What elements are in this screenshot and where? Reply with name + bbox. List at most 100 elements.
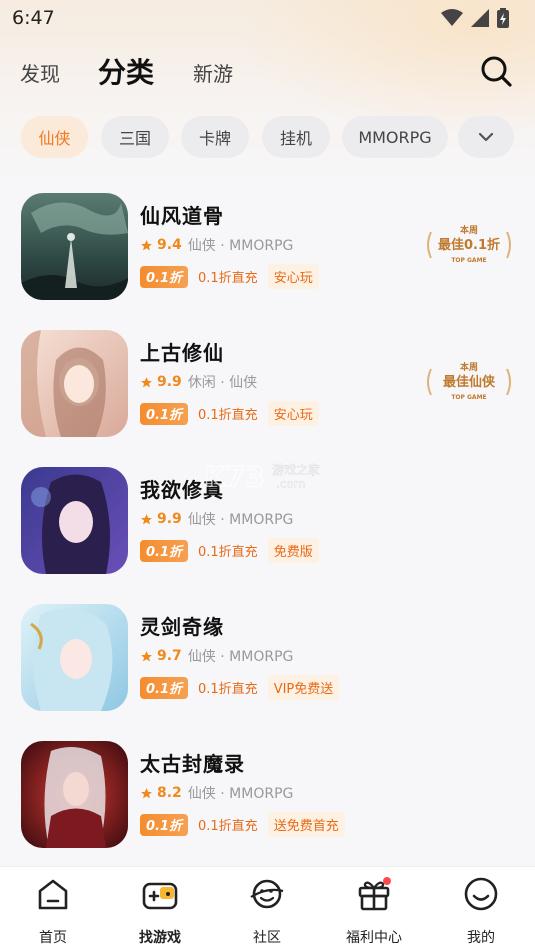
star-icon bbox=[141, 376, 152, 387]
chip-sanguo[interactable]: 三国 bbox=[101, 116, 169, 158]
game-meta: 9.4 仙侠 · MMORPG bbox=[140, 235, 293, 255]
game-tag: 安心玩 bbox=[267, 401, 319, 426]
bottom-nav-label: 福利中心 bbox=[346, 930, 402, 946]
signal-icon bbox=[471, 9, 489, 27]
tab-discover[interactable]: 发现 bbox=[20, 58, 60, 87]
bottom-nav-welfare[interactable]: 福利中心 bbox=[329, 875, 419, 947]
home-icon bbox=[38, 879, 68, 910]
svg-text:.com: .com bbox=[276, 477, 305, 491]
svg-text:K73: K73 bbox=[204, 460, 265, 492]
game-score: 9.4 bbox=[157, 237, 182, 253]
game-tags: 0.1折 0.1折直充 免费版 bbox=[140, 538, 319, 563]
bottom-nav-label: 找游戏 bbox=[139, 930, 181, 946]
top-nav: 发现 分类 新游 bbox=[0, 48, 535, 96]
game-tag: 免费版 bbox=[267, 538, 319, 563]
game-title: 灵剑奇缘 bbox=[140, 615, 224, 639]
discount-text: 0.1折直充 bbox=[198, 682, 258, 697]
status-icons bbox=[441, 8, 509, 28]
game-genre: 休闲 · 仙侠 bbox=[187, 375, 258, 391]
star-icon bbox=[141, 787, 152, 798]
svg-text:本周: 本周 bbox=[460, 224, 478, 236]
game-meta: 9.9 休闲 · 仙侠 bbox=[140, 372, 257, 392]
discount-badge: 0.1折 bbox=[140, 402, 188, 425]
game-score: 9.9 bbox=[157, 511, 182, 527]
game-tags: 0.1折 0.1折直充 送免费首充 bbox=[140, 812, 345, 837]
game-score: 9.9 bbox=[157, 374, 182, 390]
tab-category[interactable]: 分类 bbox=[98, 51, 154, 91]
chips-expand-button[interactable] bbox=[458, 116, 514, 158]
game-list-item[interactable]: 太古封魔录 8.2 仙侠 · MMORPG 0.1折 0.1折直充 送免费首充 bbox=[0, 738, 535, 850]
discount-text: 0.1折直充 bbox=[198, 545, 258, 560]
game-score: 9.7 bbox=[157, 648, 182, 664]
game-list-item[interactable]: 上古修仙 9.9 休闲 · 仙侠 0.1折 0.1折直充 安心玩 本周 最佳仙侠… bbox=[0, 327, 535, 439]
bottom-nav-mine[interactable]: 我的 bbox=[436, 875, 526, 947]
game-tag: 安心玩 bbox=[267, 264, 319, 289]
game-icon bbox=[21, 467, 128, 574]
discount-badge: 0.1折 bbox=[140, 676, 188, 699]
game-tag: 送免费首充 bbox=[267, 812, 345, 837]
game-genre: 仙侠 · MMORPG bbox=[187, 238, 294, 254]
smile-face-icon bbox=[464, 877, 498, 911]
svg-text:最佳仙侠: 最佳仙侠 bbox=[443, 374, 496, 390]
svg-text:TOP GAME: TOP GAME bbox=[451, 394, 486, 401]
bottom-nav-find-games[interactable]: 找游戏 bbox=[115, 875, 205, 947]
discount-text: 0.1折直充 bbox=[198, 408, 258, 423]
game-tags: 0.1折 0.1折直充 VIP免费送 bbox=[140, 675, 340, 700]
gift-icon bbox=[358, 877, 391, 911]
planet-face-icon bbox=[250, 879, 284, 909]
discount-badge: 0.1折 bbox=[140, 813, 188, 836]
search-icon[interactable] bbox=[479, 54, 513, 88]
game-tag: VIP免费送 bbox=[267, 675, 340, 700]
discount-text: 0.1折直充 bbox=[198, 819, 258, 834]
game-genre: 仙侠 · MMORPG bbox=[187, 786, 294, 802]
status-time: 6:47 bbox=[12, 7, 55, 29]
tab-new-games[interactable]: 新游 bbox=[193, 58, 233, 87]
discount-badge: 0.1折 bbox=[140, 539, 188, 562]
bottom-nav-label: 社区 bbox=[253, 930, 281, 946]
game-meta: 9.7 仙侠 · MMORPG bbox=[140, 646, 293, 666]
game-list-item[interactable]: 灵剑奇缘 9.7 仙侠 · MMORPG 0.1折 0.1折直充 VIP免费送 bbox=[0, 601, 535, 713]
game-icon bbox=[21, 193, 128, 300]
game-meta: 9.9 仙侠 · MMORPG bbox=[140, 509, 293, 529]
chip-card[interactable]: 卡牌 bbox=[181, 116, 249, 158]
bottom-nav-label: 我的 bbox=[467, 930, 495, 946]
bottom-nav-community[interactable]: 社区 bbox=[222, 875, 312, 947]
svg-text:本周: 本周 bbox=[460, 361, 478, 373]
gamepad-icon bbox=[142, 882, 178, 910]
game-score: 8.2 bbox=[157, 785, 182, 801]
game-title: 太古封魔录 bbox=[140, 752, 245, 776]
game-title: 上古修仙 bbox=[140, 341, 224, 365]
svg-text:最佳0.1折: 最佳0.1折 bbox=[438, 237, 500, 253]
game-title: 仙风道骨 bbox=[140, 204, 224, 228]
svg-text:TOP GAME: TOP GAME bbox=[451, 257, 486, 264]
bottom-nav: 首页 找游戏 社区 福利中心 我的 bbox=[0, 866, 535, 951]
game-icon bbox=[21, 741, 128, 848]
svg-text:游戏之家: 游戏之家 bbox=[272, 462, 320, 477]
star-icon bbox=[141, 239, 152, 250]
category-chips: 仙侠 三国 卡牌 挂机 MMORPG bbox=[0, 116, 535, 158]
wifi-icon bbox=[441, 9, 463, 26]
game-list-item[interactable]: 仙风道骨 9.4 仙侠 · MMORPG 0.1折 0.1折直充 安心玩 本周 … bbox=[0, 190, 535, 302]
game-icon bbox=[21, 330, 128, 437]
game-tags: 0.1折 0.1折直充 安心玩 bbox=[140, 401, 319, 426]
discount-badge: 0.1折 bbox=[140, 265, 188, 288]
chip-xianxia[interactable]: 仙侠 bbox=[21, 116, 88, 158]
star-icon bbox=[141, 513, 152, 524]
chevron-down-icon bbox=[478, 132, 494, 142]
award-badge: 本周 最佳仙侠 TOP GAME bbox=[427, 361, 511, 401]
discount-text: 0.1折直充 bbox=[198, 271, 258, 286]
status-bar: 6:47 bbox=[0, 0, 535, 36]
chip-mmorpg[interactable]: MMORPG bbox=[342, 116, 448, 158]
game-tags: 0.1折 0.1折直充 安心玩 bbox=[140, 264, 319, 289]
game-meta: 8.2 仙侠 · MMORPG bbox=[140, 783, 293, 803]
watermark-logo: K73 游戏之家 .com bbox=[203, 459, 320, 492]
game-genre: 仙侠 · MMORPG bbox=[187, 512, 294, 528]
game-icon bbox=[21, 604, 128, 711]
chip-idle[interactable]: 挂机 bbox=[262, 116, 330, 158]
game-genre: 仙侠 · MMORPG bbox=[187, 649, 294, 665]
battery-icon bbox=[497, 8, 509, 28]
star-icon bbox=[141, 650, 152, 661]
bottom-nav-label: 首页 bbox=[39, 930, 67, 946]
award-badge: 本周 最佳0.1折 TOP GAME bbox=[427, 224, 511, 264]
bottom-nav-home[interactable]: 首页 bbox=[8, 875, 98, 947]
